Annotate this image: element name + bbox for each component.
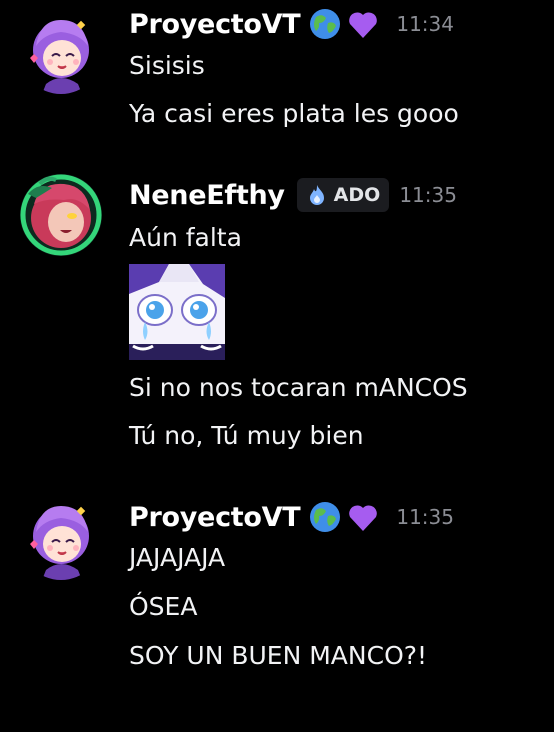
purple-heart-emoji-icon xyxy=(346,500,380,534)
message-text: SOY UN BUEN MANCO?! xyxy=(129,641,428,670)
avatar[interactable] xyxy=(20,498,102,580)
avatar[interactable] xyxy=(20,12,102,94)
username[interactable]: ProyectoVT xyxy=(129,9,301,40)
message-text: Si no nos tocaran mANCOS xyxy=(129,373,468,402)
message-header: NeneEfthy ADO 11:35 xyxy=(129,175,457,215)
purple-heart-emoji-icon xyxy=(346,7,380,41)
username[interactable]: NeneEfthy xyxy=(129,180,285,211)
message-text: Tú no, Tú muy bien xyxy=(129,421,364,450)
message-header: ProyectoVT 11:35 xyxy=(129,497,454,537)
server-tag-label: ADO xyxy=(333,184,381,206)
message-header: ProyectoVT 11:34 xyxy=(129,4,454,44)
globe-emoji-icon xyxy=(308,500,342,534)
message-text: ÓSEA xyxy=(129,592,198,621)
timestamp: 11:35 xyxy=(396,505,454,529)
server-tag[interactable]: ADO xyxy=(296,178,390,212)
timestamp: 11:35 xyxy=(399,183,457,207)
username[interactable]: ProyectoVT xyxy=(129,502,301,533)
message-text: JAJAJAJA xyxy=(129,543,226,572)
crying-eyes-sticker[interactable] xyxy=(129,264,225,360)
timestamp: 11:34 xyxy=(396,12,454,36)
message-text: Sisisis xyxy=(129,51,205,80)
message-text: Aún falta xyxy=(129,223,242,252)
globe-emoji-icon xyxy=(308,7,342,41)
avatar[interactable] xyxy=(20,174,102,256)
message-text: Ya casi eres plata les gooo xyxy=(129,99,459,128)
flame-icon xyxy=(305,183,329,207)
